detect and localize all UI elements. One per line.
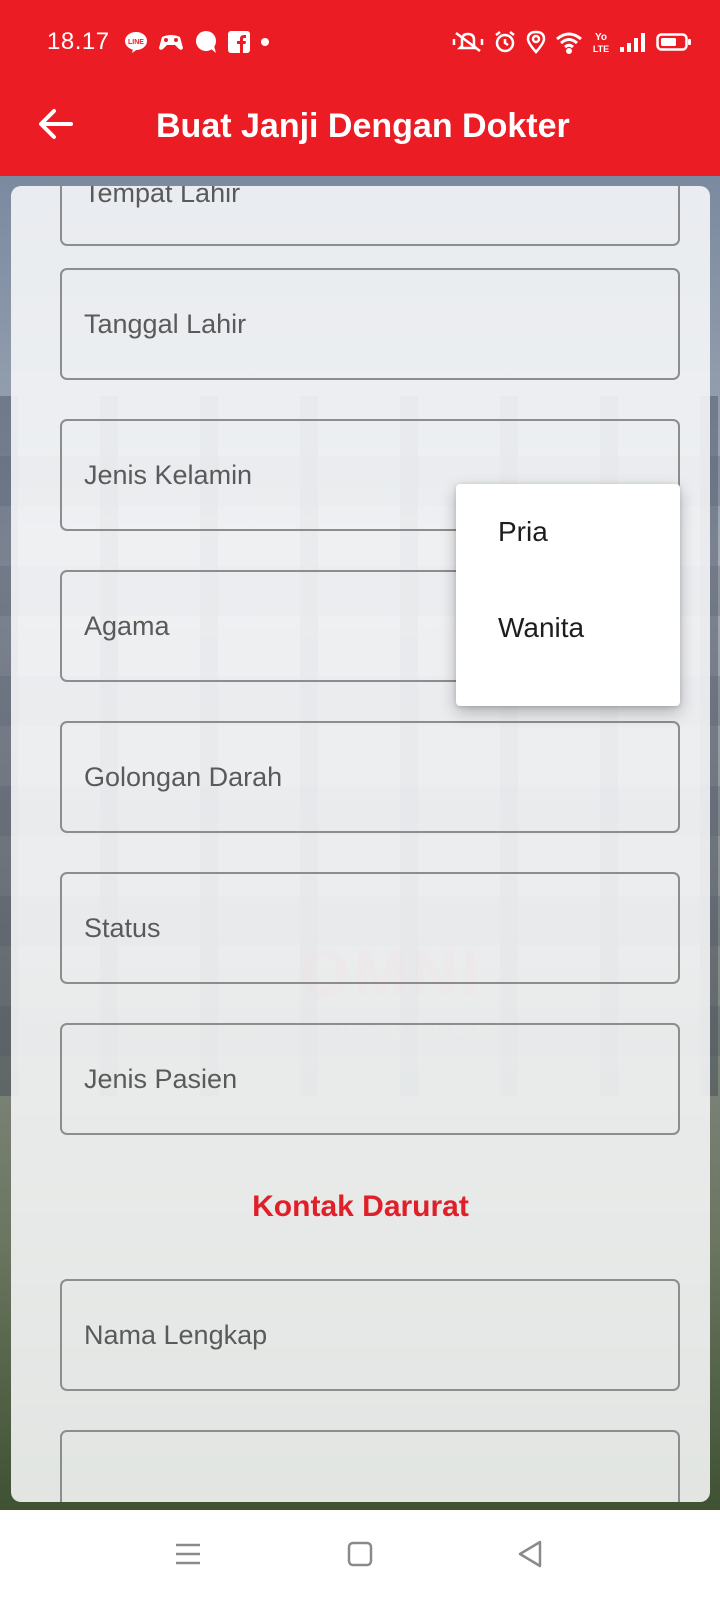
- birthplace-label: Tempat Lahir: [84, 186, 241, 208]
- patient-type-label: Jenis Pasien: [84, 1063, 238, 1094]
- form-card: Tempat Lahir Tanggal Lahir Jenis Kelamin…: [11, 186, 710, 1502]
- system-icons: Yo LTE: [452, 30, 692, 54]
- svg-text:LTE: LTE: [593, 44, 609, 54]
- menu-icon: [174, 1541, 202, 1572]
- svg-text:LINE: LINE: [128, 39, 144, 46]
- facebook-icon: [228, 31, 250, 53]
- gender-label: Jenis Kelamin: [84, 459, 253, 490]
- home-button[interactable]: [340, 1536, 380, 1576]
- arrow-left-icon: [38, 108, 74, 145]
- chat-bubble-icon: [194, 30, 218, 54]
- birthplace-field[interactable]: Tempat Lahir: [60, 186, 680, 246]
- app-bar: Buat Janji Dengan Dokter: [0, 88, 720, 176]
- status-time: 18.17: [47, 28, 110, 55]
- line-icon: LINE: [124, 30, 148, 54]
- alarm-icon: [493, 30, 517, 54]
- dropdown-option-wanita[interactable]: Wanita: [456, 604, 680, 700]
- emergency-next-field[interactable]: [60, 1430, 680, 1502]
- blood-type-label: Golongan Darah: [84, 761, 283, 792]
- emergency-fullname-label: Nama Lengkap: [84, 1319, 268, 1350]
- page-title: Buat Janji Dengan Dokter: [156, 107, 570, 145]
- back-nav-button[interactable]: [510, 1536, 550, 1576]
- notification-icons: LINE: [124, 30, 270, 54]
- dropdown-option-pria[interactable]: Pria: [456, 508, 680, 604]
- emergency-contact-title: Kontak Darurat: [252, 1190, 469, 1223]
- recent-apps-button[interactable]: [168, 1536, 208, 1576]
- status-bar: 18.17 LINE Yo LTE: [0, 0, 720, 88]
- home-square-icon: [346, 1540, 374, 1573]
- back-button[interactable]: [30, 100, 82, 152]
- svg-text:Yo: Yo: [595, 32, 607, 43]
- location-icon: [526, 30, 546, 54]
- blood-type-field[interactable]: Golongan Darah: [60, 721, 680, 833]
- wifi-icon: [555, 30, 583, 54]
- marital-status-field[interactable]: Status: [60, 872, 680, 984]
- signal-icon: [619, 30, 647, 54]
- mute-vibrate-icon: [452, 30, 484, 54]
- gender-dropdown-menu: Pria Wanita: [456, 484, 680, 706]
- emergency-fullname-field[interactable]: Nama Lengkap: [60, 1279, 680, 1391]
- birthdate-label: Tanggal Lahir: [84, 308, 247, 339]
- birthdate-field[interactable]: Tanggal Lahir: [60, 268, 680, 380]
- volte-icon: Yo LTE: [592, 30, 610, 54]
- dot-icon: [260, 30, 270, 54]
- header: 18.17 LINE Yo LTE Buat Janji Dengan Dokt…: [0, 0, 720, 176]
- marital-status-label: Status: [84, 912, 161, 943]
- religion-label: Agama: [84, 610, 170, 641]
- game-controller-icon: [158, 30, 184, 54]
- system-nav-bar: [0, 1510, 720, 1600]
- back-triangle-icon: [516, 1539, 544, 1574]
- patient-type-field[interactable]: Jenis Pasien: [60, 1023, 680, 1135]
- battery-icon: [656, 30, 692, 54]
